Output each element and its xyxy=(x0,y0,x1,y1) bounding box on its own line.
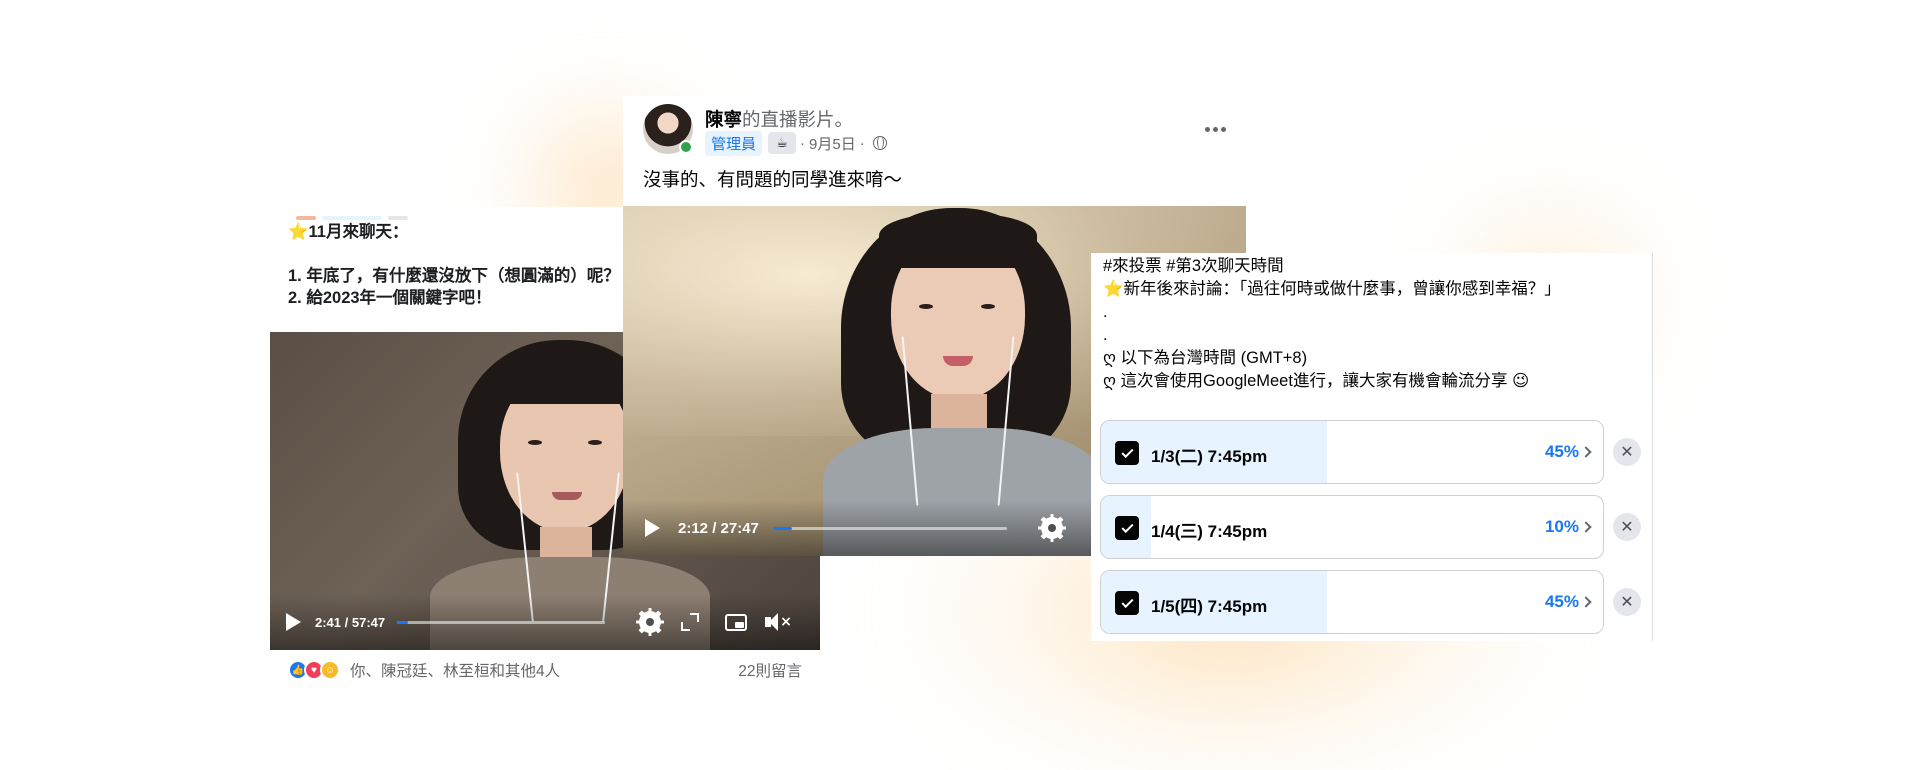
seek-bar[interactable] xyxy=(772,526,1007,530)
poll-option-label: 1/5(四) 7:45pm xyxy=(1151,597,1268,616)
post-text-line: ⭐11月來聊天： xyxy=(288,223,409,241)
author-name-link[interactable]: 陳寧 xyxy=(705,109,742,130)
seek-progress xyxy=(397,620,408,624)
poll-post-card: #來投票 #第3次聊天時間 ⭐新年後來討論：「過往何時或做什麼事，曾讓你感到幸福… xyxy=(1091,253,1653,641)
poll-option[interactable]: 1/3(二) 7:45pm 45% xyxy=(1100,420,1604,484)
cropped-header-peek xyxy=(296,207,416,220)
coffee-cup-icon: ☕ xyxy=(768,132,797,154)
poll-text-line: . xyxy=(1103,303,1108,321)
post-date-link[interactable]: 9月5日 xyxy=(809,133,856,154)
poll-option-label: 1/3(二) 7:45pm xyxy=(1151,447,1268,466)
play-icon[interactable] xyxy=(645,519,660,537)
post-meta: 管理員 ☕ · 9月5日 · xyxy=(705,130,887,156)
gear-icon[interactable] xyxy=(1037,514,1066,542)
post-text-line: 2. 給2023年一個關鍵字吧！ xyxy=(288,289,492,307)
post-text: ⭐11月來聊天： 1. 年底了，有什麼還沒放下（想圓滿的）呢？ 2. 給2023… xyxy=(288,221,620,309)
seek-bar[interactable] xyxy=(397,620,606,624)
remove-option-button[interactable]: ✕ xyxy=(1613,588,1641,616)
author-suffix: 的直播影片。 xyxy=(742,109,854,130)
reactors-link[interactable]: 你、陳冠廷、林至桓和其他4人 xyxy=(350,659,560,681)
checkmark-icon xyxy=(1120,445,1134,458)
post-text: 沒事的、有問題的同學進來唷～ xyxy=(643,169,903,190)
poll-checkbox[interactable] xyxy=(1115,591,1139,615)
poll-text-line: . xyxy=(1103,326,1108,344)
care-icon[interactable]: ☺ xyxy=(320,660,340,680)
poll-option[interactable]: 1/4(三) 7:45pm 10% xyxy=(1100,495,1604,559)
post-text-line: 1. 年底了，有什麼還沒放下（想圓滿的）呢？ xyxy=(288,267,620,285)
poll-text-line: #來投票 #第3次聊天時間 xyxy=(1103,257,1284,275)
play-icon[interactable] xyxy=(286,613,301,631)
poll-text-line: ⭐新年後來討論：「過往何時或做什麼事，曾讓你感到幸福？」 xyxy=(1103,280,1561,298)
post-header: 陳寧的直播影片。 管理員 ☕ · 9月5日 · xyxy=(643,104,1233,156)
chevron-right-icon xyxy=(1580,521,1592,533)
reactions-row: 👍 ♥ ☺ 你、陳冠廷、林至桓和其他4人 22則留言 xyxy=(288,658,802,682)
poll-text-line: ღ 這次會使用GoogleMeet進行，讓大家有機會輪流分享 😉 xyxy=(1103,372,1530,390)
admin-badge: 管理員 xyxy=(705,130,763,156)
poll-text-line: ღ 以下為台灣時間 (GMT+8) xyxy=(1103,349,1308,367)
poll-checkbox[interactable] xyxy=(1115,441,1139,465)
gear-icon[interactable] xyxy=(636,608,665,636)
video-controls: 2:41 / 57:47 × xyxy=(270,594,820,650)
remove-option-button[interactable]: ✕ xyxy=(1613,438,1641,466)
volume-muted-icon[interactable]: × xyxy=(765,612,792,632)
comment-count-link[interactable]: 22則留言 xyxy=(738,659,802,681)
poll-checkbox[interactable] xyxy=(1115,516,1139,540)
checkmark-icon xyxy=(1120,595,1134,608)
picture-in-picture-icon[interactable] xyxy=(725,613,748,631)
globe-icon xyxy=(872,136,887,150)
more-options-button[interactable] xyxy=(1197,114,1233,144)
video-time: 2:41 / 57:47 xyxy=(315,614,386,630)
poll-option-percent: 45% xyxy=(1544,442,1579,461)
checkmark-icon xyxy=(1120,520,1134,533)
chevron-right-icon xyxy=(1580,446,1592,458)
author-line: 陳寧的直播影片。 xyxy=(705,106,853,132)
poll-description: #來投票 #第3次聊天時間 ⭐新年後來討論：「過往何時或做什麼事，曾讓你感到幸福… xyxy=(1103,255,1561,393)
expand-icon[interactable] xyxy=(681,613,700,631)
poll-option-percent: 10% xyxy=(1544,517,1579,536)
poll-option[interactable]: 1/5(四) 7:45pm 45% xyxy=(1100,570,1604,634)
chevron-right-icon xyxy=(1580,596,1592,608)
video-time: 2:12 / 27:47 xyxy=(678,519,759,537)
poll-option-percent: 45% xyxy=(1544,592,1579,611)
seek-progress xyxy=(772,526,792,530)
remove-option-button[interactable]: ✕ xyxy=(1613,513,1641,541)
online-status-dot xyxy=(679,140,693,154)
poll-option-label: 1/4(三) 7:45pm xyxy=(1151,522,1268,541)
